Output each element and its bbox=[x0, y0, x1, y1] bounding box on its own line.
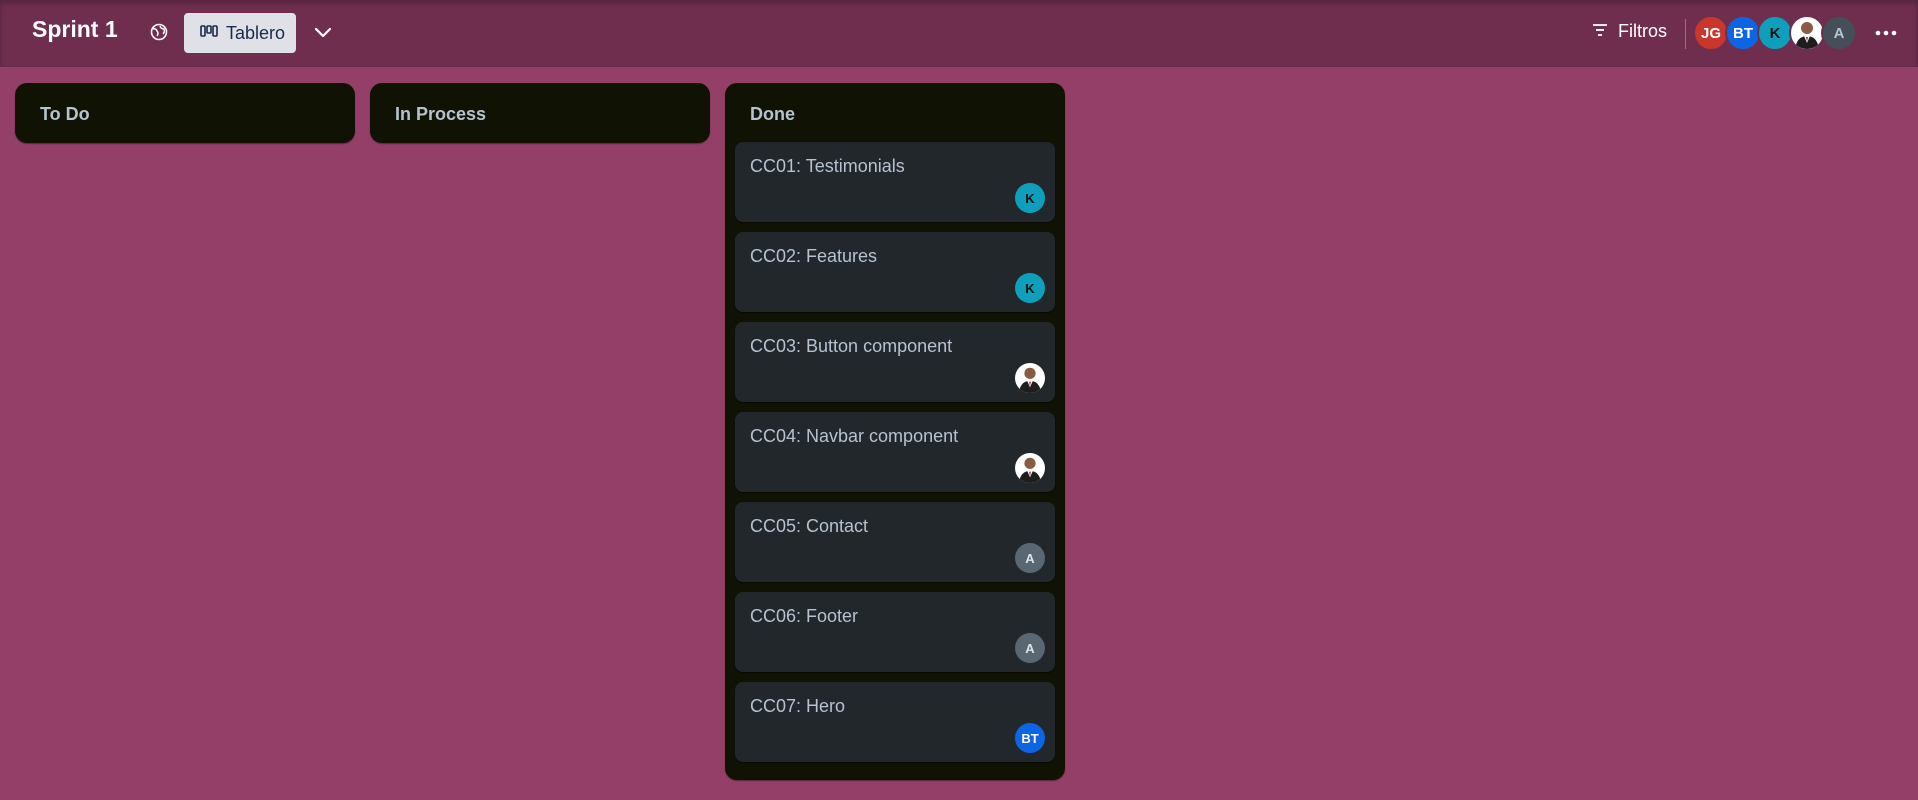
list-title[interactable]: To Do bbox=[15, 83, 355, 142]
list-title[interactable]: In Process bbox=[370, 83, 710, 142]
card[interactable]: CC07: Hero BT bbox=[735, 682, 1055, 762]
list-title[interactable]: Done bbox=[725, 83, 1065, 142]
avatar[interactable]: A bbox=[1821, 15, 1857, 51]
filters-button[interactable]: Filtros bbox=[1592, 21, 1667, 42]
card-member-avatar[interactable]: BT bbox=[1015, 723, 1045, 753]
avatar-initials: A bbox=[1833, 24, 1845, 42]
card-title: CC07: Hero bbox=[750, 696, 846, 716]
filter-icon bbox=[1592, 21, 1608, 42]
card[interactable]: CC06: Footer A bbox=[735, 592, 1055, 672]
avatar-initials: BT bbox=[1021, 730, 1039, 746]
list-to-do: To Do bbox=[15, 83, 355, 143]
avatar[interactable]: JG bbox=[1693, 15, 1729, 51]
card-member-avatar[interactable]: A bbox=[1015, 543, 1045, 573]
avatar[interactable]: K bbox=[1757, 15, 1793, 51]
board-icon bbox=[200, 23, 218, 44]
card-list: CC01: Testimonials K CC02: Features K CC… bbox=[725, 142, 1065, 780]
header-divider bbox=[1685, 19, 1686, 49]
filters-label: Filtros bbox=[1618, 21, 1667, 41]
card-member-avatar[interactable]: K bbox=[1015, 273, 1045, 303]
avatar-initials: K bbox=[1025, 190, 1035, 206]
list-done: Done CC01: Testimonials K CC02: Features… bbox=[725, 83, 1065, 780]
card-member-avatar[interactable]: K bbox=[1015, 183, 1045, 213]
card-title: CC06: Footer bbox=[750, 606, 859, 626]
card[interactable]: CC01: Testimonials K bbox=[735, 142, 1055, 222]
person-photo-icon bbox=[1795, 22, 1819, 49]
card-title: CC05: Contact bbox=[750, 516, 869, 536]
card[interactable]: CC03: Button component bbox=[735, 322, 1055, 402]
board-header: Sprint 1 Tablero Filtros JG BT K A bbox=[0, 0, 1918, 67]
globe-icon[interactable] bbox=[148, 21, 170, 43]
more-icon[interactable] bbox=[1872, 20, 1900, 46]
avatar-initials: K bbox=[1025, 280, 1035, 296]
person-photo-icon bbox=[1018, 457, 1042, 483]
card-member-avatar[interactable]: A bbox=[1015, 633, 1045, 663]
card[interactable]: CC05: Contact A bbox=[735, 502, 1055, 582]
avatar[interactable]: BT bbox=[1725, 15, 1761, 51]
card-title: CC01: Testimonials bbox=[750, 156, 905, 176]
card-title: CC04: Navbar component bbox=[750, 426, 959, 446]
card-member-avatar[interactable] bbox=[1015, 453, 1045, 483]
view-switcher-button[interactable]: Tablero bbox=[184, 13, 296, 53]
card-member-avatar[interactable] bbox=[1015, 363, 1045, 393]
card[interactable]: CC02: Features K bbox=[735, 232, 1055, 312]
list-in-process: In Process bbox=[370, 83, 710, 143]
view-label: Tablero bbox=[226, 22, 286, 43]
chevron-down-icon[interactable] bbox=[310, 20, 336, 46]
avatar-initials: BT bbox=[1733, 24, 1753, 42]
avatar-initials: A bbox=[1025, 550, 1035, 566]
board-title[interactable]: Sprint 1 bbox=[32, 16, 118, 43]
card[interactable]: CC04: Navbar component bbox=[735, 412, 1055, 492]
card-title: CC03: Button component bbox=[750, 336, 953, 356]
avatar-initials: K bbox=[1769, 24, 1781, 42]
card-title: CC02: Features bbox=[750, 246, 878, 266]
avatar-initials: JG bbox=[1700, 24, 1721, 42]
avatar[interactable] bbox=[1789, 15, 1825, 51]
avatar-initials: A bbox=[1025, 640, 1035, 656]
person-photo-icon bbox=[1018, 367, 1042, 393]
